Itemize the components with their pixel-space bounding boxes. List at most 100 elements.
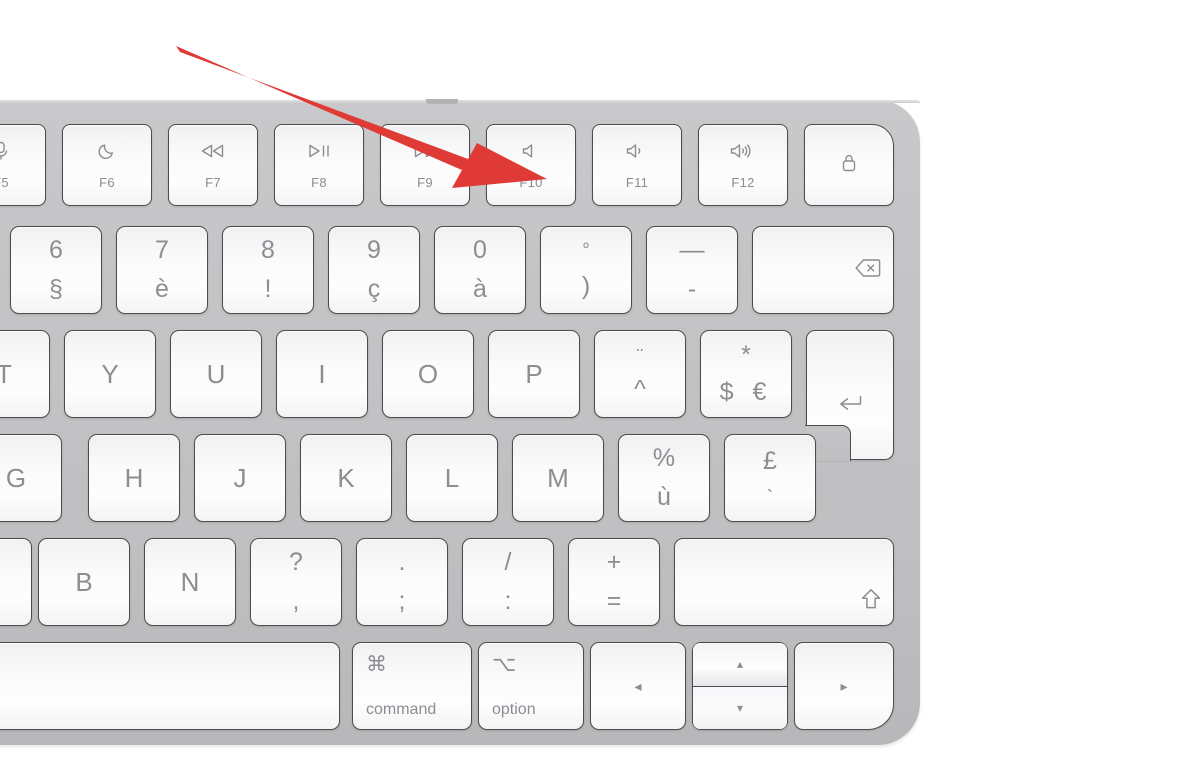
key-8[interactable]: 8 ! [222, 226, 314, 314]
key-label: B [75, 566, 93, 597]
option-icon: ⌥ [492, 653, 517, 676]
key-underscore-hyphen[interactable]: — - [646, 226, 738, 314]
key-legend-bottom: § [49, 275, 63, 303]
key-u[interactable]: U [170, 330, 262, 418]
key-slash-colon[interactable]: / : [462, 538, 554, 626]
key-legend-bottom: = [606, 587, 622, 615]
key-f9[interactable]: F9 [380, 124, 470, 206]
key-label: N [180, 566, 200, 597]
key-pound-grave[interactable]: £ ` [724, 434, 816, 522]
key-k[interactable]: K [300, 434, 392, 522]
key-legend-top: + [606, 548, 622, 576]
key-plus-equals[interactable]: + = [568, 538, 660, 626]
key-question-comma[interactable]: ? , [250, 538, 342, 626]
key-option-right[interactable]: ⌥ option [478, 642, 584, 730]
key-legend-top: 9 [367, 236, 381, 264]
key-l[interactable]: L [406, 434, 498, 522]
key-legend-bottom: ; [398, 587, 406, 615]
key-6[interactable]: 6 § [10, 226, 102, 314]
key-legend-top: £ [763, 446, 777, 475]
key-delete[interactable] [752, 226, 894, 314]
key-return[interactable] [805, 330, 894, 461]
key-label: F7 [205, 174, 221, 190]
screenshot-canvas: F5 F6 F7 [0, 0, 1200, 782]
key-arrow-up[interactable]: ▴ [693, 643, 787, 687]
key-legend-top: 0 [473, 236, 487, 264]
key-period-semicolon[interactable]: . ; [356, 538, 448, 626]
key-percent-ugrave[interactable]: % ù [618, 434, 710, 522]
key-i[interactable]: I [276, 330, 368, 418]
key-label: F9 [417, 174, 433, 190]
key-p[interactable]: P [488, 330, 580, 418]
key-h[interactable]: H [88, 434, 180, 522]
key-label: P [525, 358, 543, 389]
key-n[interactable]: N [144, 538, 236, 626]
key-degree[interactable]: ° ) [540, 226, 632, 314]
key-legend-bottom: , [292, 587, 300, 615]
fast-forward-icon [410, 141, 440, 161]
key-label: command [366, 701, 437, 718]
key-dollar-euro[interactable]: * $ € [700, 330, 792, 418]
key-f7[interactable]: F7 [168, 124, 258, 206]
key-label: H [124, 462, 144, 493]
key-label: K [337, 462, 355, 493]
arrow-left-icon: ◂ [634, 677, 642, 694]
key-label: I [318, 358, 326, 389]
key-legend-top: / [504, 548, 512, 576]
key-legend-bottom: è [155, 275, 169, 303]
key-legend-bottom: ! [264, 275, 272, 303]
key-legend-bottom: ù [657, 483, 671, 511]
key-legend-top: 6 [49, 236, 63, 264]
key-legend-bottom: ç [367, 275, 381, 303]
key-9[interactable]: 9 ç [328, 226, 420, 314]
key-legend-bottom: ) [581, 272, 591, 300]
key-label: T [0, 358, 12, 389]
key-arrow-down[interactable]: ▾ [693, 686, 787, 729]
key-m[interactable]: M [512, 434, 604, 522]
key-f10[interactable]: F10 [486, 124, 576, 206]
key-command-right[interactable]: ⌘ command [352, 642, 472, 730]
key-dieresis-circumflex[interactable]: ¨ ^ [594, 330, 686, 418]
key-arrow-right[interactable]: ▸ [794, 642, 894, 730]
key-t[interactable]: T [0, 330, 50, 418]
key-legend-bottom: $ € [719, 378, 773, 406]
key-f11[interactable]: F11 [592, 124, 682, 206]
key-label: F11 [625, 174, 649, 190]
key-f12[interactable]: F12 [698, 124, 788, 206]
speaker-high-icon [729, 141, 757, 161]
key-shift-right[interactable] [674, 538, 894, 626]
key-label: F6 [99, 174, 115, 190]
key-o[interactable]: O [382, 330, 474, 418]
key-legend-bottom: ^ [634, 374, 646, 403]
key-f6[interactable]: F6 [62, 124, 152, 206]
key-y[interactable]: Y [64, 330, 156, 418]
key-label: M [547, 462, 569, 493]
key-touch-id[interactable] [804, 124, 894, 206]
key-space[interactable] [0, 642, 340, 730]
key-legend-bottom: à [473, 275, 487, 303]
key-7[interactable]: 7 è [116, 226, 208, 314]
key-legend-top: * [741, 341, 751, 369]
key-legend-bottom: : [504, 587, 512, 615]
key-label: F8 [311, 174, 327, 190]
speaker-mute-icon [521, 141, 541, 161]
key-f8[interactable]: F8 [274, 124, 364, 206]
key-j[interactable]: J [194, 434, 286, 522]
key-arrow-up-down[interactable]: ▴ ▾ [692, 642, 788, 730]
key-label: O [417, 358, 439, 389]
key-legend-top: ° [582, 240, 590, 261]
delete-icon [855, 259, 881, 282]
arrow-up-icon: ▴ [736, 657, 744, 672]
key-legend-top: ? [289, 548, 303, 576]
key-label: G [5, 462, 27, 493]
key-arrow-left[interactable]: ◂ [590, 642, 686, 730]
key-v[interactable] [0, 538, 32, 626]
key-label: L [444, 462, 460, 493]
return-icon [838, 394, 863, 417]
key-b[interactable]: B [38, 538, 130, 626]
moon-icon [98, 141, 117, 161]
key-0[interactable]: 0 à [434, 226, 526, 314]
key-legend-top: — [679, 236, 705, 264]
key-g[interactable]: G [0, 434, 62, 522]
key-f5[interactable]: F5 [0, 124, 46, 206]
